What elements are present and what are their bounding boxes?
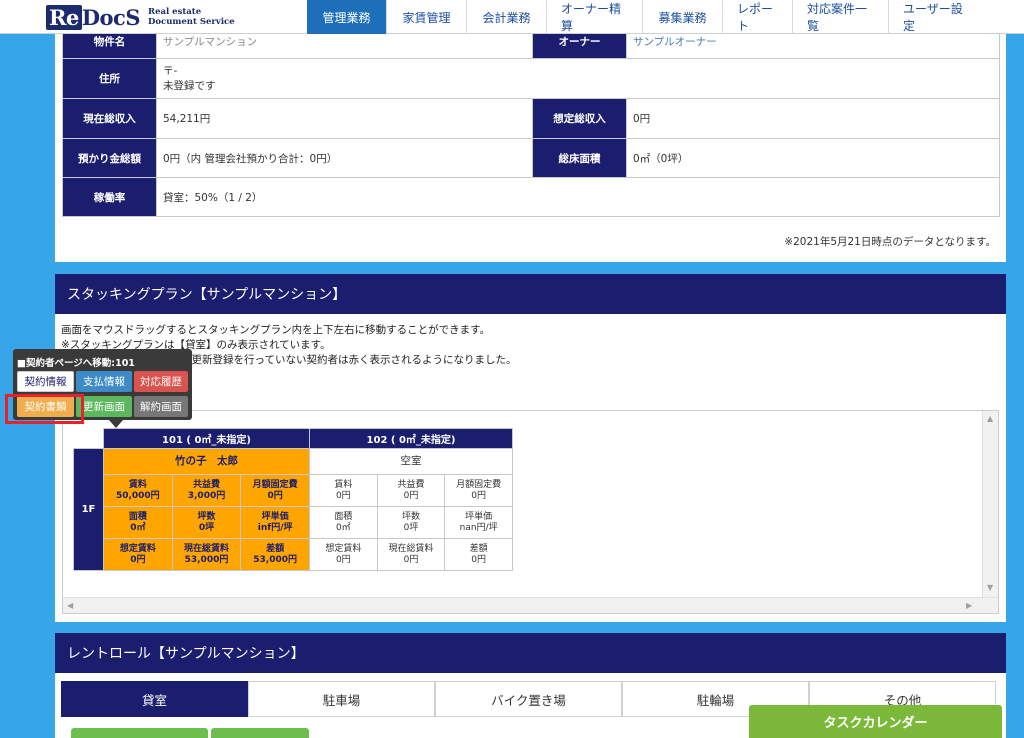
assumed-income-label: 想定総収入: [532, 98, 627, 139]
vertical-scrollbar[interactable]: ▲ ▼: [982, 411, 998, 599]
room-102-fixed-fee[interactable]: 月額固定費 0円: [444, 474, 513, 507]
tab-parking[interactable]: 駐車場: [248, 681, 435, 717]
highlight-box: [5, 394, 84, 424]
stacking-plan-title: スタッキングプラン【サンプルマンション】: [55, 274, 1006, 314]
room-102-current-rent[interactable]: 現在総賃料 0円: [376, 538, 446, 571]
floor-label: 1F: [73, 448, 104, 571]
stacking-plan-panel: スタッキングプラン【サンプルマンション】 画面をマウスドラッグするとスタッキング…: [55, 274, 1006, 622]
nav-rent[interactable]: 家賃管理: [387, 0, 467, 34]
tab-rooms[interactable]: 貸室: [61, 681, 248, 717]
contract-info-button[interactable]: 契約情報: [17, 371, 74, 392]
room-101-assumed-rent[interactable]: 想定賃料 0円: [103, 538, 173, 571]
scroll-up-icon[interactable]: ▲: [987, 414, 993, 423]
room-102-header[interactable]: 102 ( 0㎡_未指定): [309, 428, 513, 449]
nav-recruitment[interactable]: 募集業務: [643, 0, 723, 34]
nav-report[interactable]: レポート: [723, 0, 793, 34]
room-102-tenant[interactable]: 空室: [309, 448, 513, 475]
stacking-plan-viewport[interactable]: 101 ( 0㎡_未指定) 102 ( 0㎡_未指定) 1F 竹の子 太郎 空室…: [62, 410, 999, 614]
deposit-value: 0円（内 管理会社預かり合計：0円）: [156, 138, 533, 178]
room-101-area[interactable]: 面積 0㎡: [103, 506, 173, 539]
room-102-difference[interactable]: 差額 0円: [444, 538, 513, 571]
room-101-difference[interactable]: 差額 53,000円: [240, 538, 310, 571]
horizontal-scrollbar[interactable]: ◀ ▶: [63, 597, 998, 613]
nav-user-settings[interactable]: ユーザー設定: [889, 0, 977, 34]
main-nav: 管理業務 家賃管理 会計業務 オーナー精算 募集業務 レポート 対応案件一覧 ユ…: [307, 0, 977, 34]
assumed-income-value: 0円: [626, 98, 1000, 139]
rent-roll-action-button-2[interactable]: [211, 728, 309, 738]
floor-area-label: 総床面積: [532, 138, 627, 178]
room-102-tsubo-price[interactable]: 坪単価 nan円/坪: [444, 506, 513, 539]
scroll-down-icon[interactable]: ▼: [987, 583, 993, 592]
rent-roll-action-button-1[interactable]: [71, 728, 208, 738]
room-102-common-fee[interactable]: 共益費 0円: [376, 474, 446, 507]
renewal-screen-button[interactable]: 更新画面: [76, 396, 132, 417]
payment-info-button[interactable]: 支払情報: [76, 371, 132, 392]
rent-roll-title: レントロール【サンプルマンション】: [55, 633, 1006, 673]
deposit-label: 預かり金総額: [62, 138, 157, 178]
room-102-tsubo[interactable]: 坪数 0坪: [376, 506, 446, 539]
property-info-table: 物件名 サンプルマンション オーナー サンプルオーナー 住所 〒- 未登録です …: [62, 24, 1000, 217]
occupancy-value: 貸室：50%（1 / 2）: [156, 177, 1000, 217]
room-101-common-fee[interactable]: 共益費 3,000円: [171, 474, 242, 507]
popup-pointer: [109, 420, 123, 428]
response-history-button[interactable]: 対応履歴: [134, 371, 188, 392]
room-101-tsubo-price[interactable]: 坪単価 inf円/坪: [240, 506, 310, 539]
top-header: Re DocS Real estate Document Service 管理業務…: [0, 0, 1024, 34]
room-101-header[interactable]: 101 ( 0㎡_未指定): [103, 428, 310, 449]
redocs-logo[interactable]: Re DocS Real estate Document Service: [46, 2, 235, 32]
nav-management[interactable]: 管理業務: [307, 0, 387, 34]
cancellation-screen-button[interactable]: 解約画面: [134, 396, 188, 417]
property-info-panel: 物件名 サンプルマンション オーナー サンプルオーナー 住所 〒- 未登録です …: [55, 24, 1006, 262]
room-101-tsubo[interactable]: 坪数 0坪: [171, 506, 242, 539]
nav-owner-settlement[interactable]: オーナー精算: [547, 0, 643, 34]
address-value: 〒- 未登録です: [156, 58, 1000, 99]
room-102-area[interactable]: 面積 0㎡: [309, 506, 378, 539]
current-income-label: 現在総収入: [62, 98, 157, 139]
nav-cases[interactable]: 対応案件一覧: [793, 0, 889, 34]
scroll-right-icon[interactable]: ▶: [966, 601, 972, 610]
data-date-note: ※2021年5月21日時点のデータとなります。: [784, 236, 996, 248]
tab-bike-parking[interactable]: バイク置き場: [435, 681, 622, 717]
current-income-value: 54,211円: [156, 98, 533, 139]
task-calendar-button[interactable]: タスクカレンダー: [749, 705, 1002, 738]
occupancy-label: 稼働率: [62, 177, 157, 217]
nav-accounting[interactable]: 会計業務: [467, 0, 547, 34]
room-102-assumed-rent[interactable]: 想定賃料 0円: [309, 538, 378, 571]
logo-mark: Re DocS: [46, 4, 141, 30]
popup-title: ■契約者ページへ移動:101: [17, 358, 135, 369]
stacking-plan-grid: 101 ( 0㎡_未指定) 102 ( 0㎡_未指定) 1F 竹の子 太郎 空室…: [73, 428, 513, 571]
logo-subtitle: Real estate Document Service: [148, 7, 235, 27]
scroll-left-icon[interactable]: ◀: [67, 601, 73, 610]
room-102-rent[interactable]: 賃料 0円: [309, 474, 378, 507]
floor-area-value: 0㎡（0坪）: [626, 138, 1000, 178]
room-101-current-rent[interactable]: 現在総賃料 53,000円: [171, 538, 242, 571]
room-101-fixed-fee[interactable]: 月額固定費 0円: [240, 474, 310, 507]
room-101-tenant[interactable]: 竹の子 太郎: [103, 448, 310, 475]
address-label: 住所: [62, 58, 157, 99]
room-101-rent[interactable]: 賃料 50,000円: [103, 474, 173, 507]
